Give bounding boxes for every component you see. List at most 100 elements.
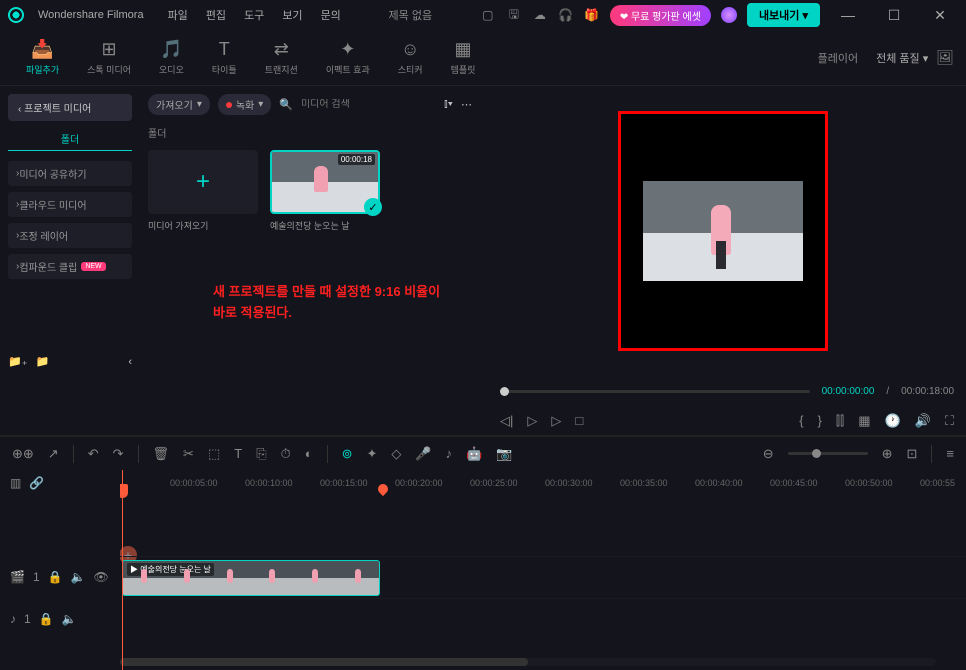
ai-icon[interactable]: ⊚ (342, 446, 353, 462)
cloud-icon[interactable]: ☁ (532, 7, 548, 23)
timeline-settings-icon[interactable]: ≡ (946, 446, 954, 461)
gift-icon[interactable]: 🎁 (584, 7, 600, 23)
video-track-row[interactable]: ▶ 예술의전당 눈오는 날 (120, 556, 966, 598)
visibility-icon[interactable]: 👁 (94, 570, 109, 584)
menu-file[interactable]: 파일 (168, 7, 188, 23)
mark-out-icon[interactable]: } (818, 413, 822, 428)
minimize-button[interactable]: — (830, 1, 866, 29)
tab-add-file[interactable]: 📥파일추가 (12, 39, 73, 76)
play-icon[interactable]: ▷ (527, 413, 537, 429)
monitor-icon[interactable]: ▢ (480, 7, 496, 23)
music-icon[interactable]: ♪ (446, 446, 453, 461)
robot-icon[interactable]: 🤖 (466, 446, 482, 462)
timeline-scrollbar[interactable] (120, 658, 936, 666)
project-media-button[interactable]: ‹ 프로젝트 미디어 (8, 94, 132, 121)
folder-icon[interactable]: 📁 (36, 355, 50, 368)
redo-icon[interactable]: ↷ (113, 446, 124, 462)
menu-tools[interactable]: 도구 (244, 7, 264, 23)
zoom-slider[interactable] (788, 452, 868, 455)
undo-icon[interactable]: ↶ (88, 446, 99, 462)
arrow-tool-icon[interactable]: ↗ (48, 446, 59, 462)
video-track-header[interactable]: 🎬1 🔒 🔈 👁 (0, 556, 120, 598)
mute-icon[interactable]: 🔈 (62, 612, 77, 626)
timeline-ruler[interactable]: 00:00:05:00 00:00:10:00 00:00:15:00 00:0… (120, 470, 966, 496)
menu-view[interactable]: 보기 (282, 7, 302, 23)
zoom-out-icon[interactable]: ⊖ (763, 446, 774, 462)
new-folder-icon[interactable]: 📁₊ (8, 355, 28, 368)
screenshot-icon[interactable]: 📷 (496, 446, 512, 462)
tab-titles[interactable]: T타이틀 (198, 39, 251, 76)
playhead-handle[interactable] (120, 484, 128, 498)
timeline-tracks[interactable]: 00:00:05:00 00:00:10:00 00:00:15:00 00:0… (120, 470, 966, 670)
maximize-button[interactable]: ☐ (876, 1, 912, 29)
compare-icon[interactable]: ⫿⫿ (836, 413, 844, 429)
delete-icon[interactable]: 🗑 (153, 446, 170, 462)
zoom-in-icon[interactable]: ⊕ (882, 446, 893, 462)
play-forward-icon[interactable]: ▷ (551, 413, 561, 429)
filter-icon[interactable]: ⫾▾ (444, 98, 453, 111)
grid-icon[interactable]: ▦ (858, 413, 870, 429)
more-icon[interactable]: ⋯ (461, 98, 472, 111)
free-asset-pill[interactable]: ❤ 무료 평가판 에셋 (610, 5, 711, 26)
volume-icon[interactable]: 🔊 (915, 413, 931, 429)
export-button[interactable]: 내보내기 ▾ (747, 3, 820, 27)
avatar-icon[interactable] (721, 7, 737, 23)
quality-select[interactable]: 전체 품질 ▾ (868, 48, 936, 68)
tab-templates[interactable]: ▦템플릿 (437, 39, 490, 76)
tab-audio[interactable]: 🎵오디오 (145, 39, 198, 76)
color-icon[interactable]: ◐ (305, 446, 313, 461)
tab-stickers[interactable]: ☺스티커 (384, 39, 437, 76)
cut-icon[interactable]: ✂ (183, 446, 194, 462)
scrollbar-thumb[interactable] (120, 658, 528, 666)
tab-transitions[interactable]: ⇄트랜지션 (251, 39, 312, 76)
zoom-fit-icon[interactable]: ⊡ (907, 446, 918, 462)
import-dropdown[interactable]: 가져오기 ▾ (148, 94, 210, 115)
menu-edit[interactable]: 편집 (206, 7, 226, 23)
lock-icon[interactable]: 🔒 (39, 612, 54, 626)
tab-stock-media[interactable]: ⊞스톡 미디어 (73, 39, 145, 76)
collapse-icon[interactable]: ‹ (128, 356, 132, 368)
zoom-handle[interactable] (812, 449, 821, 458)
headset-icon[interactable]: 🎧 (558, 7, 574, 23)
text-icon[interactable]: T (234, 446, 242, 461)
scrub-bar[interactable] (500, 390, 810, 393)
audio-track-row[interactable] (120, 598, 966, 640)
tab-effects[interactable]: ✦이펙트 효과 (312, 39, 384, 76)
enhance-icon[interactable]: ✦ (367, 446, 378, 462)
sidebar-item-adjust[interactable]: › 조정 레이어 (8, 223, 132, 248)
playhead[interactable] (122, 470, 123, 670)
timeline: ▥ 🔗 🎬1 🔒 🔈 👁 ♪1 🔒 🔈 00:00:05:00 00:00:10… (0, 470, 966, 670)
preview-viewport[interactable] (492, 94, 954, 368)
timeline-clip[interactable]: ▶ 예술의전당 눈오는 날 (122, 560, 380, 596)
snapshot-icon[interactable]: 🖼 (936, 49, 954, 66)
sidebar-item-compound[interactable]: › 컴파운드 클립NEW (8, 254, 132, 279)
mark-in-icon[interactable]: { (799, 413, 803, 428)
lock-icon[interactable]: 🔒 (48, 570, 63, 584)
copy-icon[interactable]: ⎘ (256, 446, 266, 462)
link-icon[interactable]: 🔗 (29, 476, 44, 490)
layers-icon[interactable]: ▥ (10, 476, 21, 490)
keyframe-icon[interactable]: ◇ (391, 446, 401, 462)
save-icon[interactable]: 🖫 (506, 7, 522, 23)
record-dropdown[interactable]: 녹화 ▾ (218, 94, 271, 115)
media-clip-card[interactable]: 00:00:18 ✓ 예술의전당 눈오는 날 (270, 150, 380, 232)
media-search-input[interactable] (301, 99, 436, 110)
select-tool-icon[interactable]: ⊕⊕ (12, 446, 34, 462)
crop-icon[interactable]: ⬚ (208, 446, 220, 462)
titlebar-right: ▢ 🖫 ☁ 🎧 🎁 ❤ 무료 평가판 에셋 내보내기 ▾ — ☐ ✕ (480, 1, 958, 29)
audio-track-header[interactable]: ♪1 🔒 🔈 (0, 598, 120, 640)
scrub-handle[interactable] (500, 387, 509, 396)
folder-header[interactable]: 폴더 (8, 127, 132, 151)
sidebar-item-share[interactable]: › 미디어 공유하기 (8, 161, 132, 186)
mute-icon[interactable]: 🔈 (71, 570, 86, 584)
clock-icon[interactable]: 🕐 (885, 413, 901, 429)
prev-frame-icon[interactable]: ◁| (500, 413, 513, 429)
import-media-card[interactable]: + 미디어 가져오기 (148, 150, 258, 232)
stop-icon[interactable]: □ (575, 413, 583, 428)
menu-help[interactable]: 문의 (321, 7, 341, 23)
speed-icon[interactable]: ⏱ (281, 446, 291, 462)
close-button[interactable]: ✕ (922, 1, 958, 29)
mic-icon[interactable]: 🎤 (415, 446, 431, 462)
fullscreen-icon[interactable]: ⛶ (945, 413, 954, 429)
sidebar-item-cloud[interactable]: › 클라우드 미디어 (8, 192, 132, 217)
